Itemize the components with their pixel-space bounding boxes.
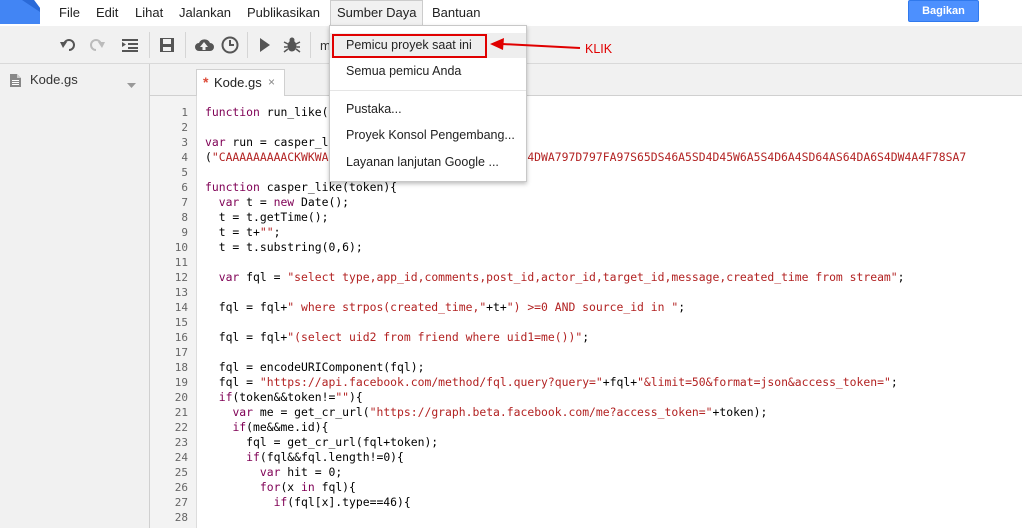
annotation-highlight-box <box>332 34 487 58</box>
file-sidebar: Kode.gs <box>0 64 150 528</box>
line-number: 16 <box>174 331 188 344</box>
line-number: 9 <box>181 226 188 239</box>
menu-edit[interactable]: Edit <box>90 0 124 26</box>
code-line: function casper_like(token){ <box>205 180 398 194</box>
line-number: 12 <box>174 271 188 284</box>
code-line: t = t.substring(0,6); <box>205 240 363 254</box>
code-line: var fql = "select type,app_id,comments,p… <box>218 270 905 284</box>
menu-item-libraries[interactable]: Pustaka... <box>330 97 526 122</box>
code-line: if(me&&me.id){ <box>232 420 329 434</box>
line-number: 8 <box>181 211 188 224</box>
redo-icon[interactable] <box>84 33 108 57</box>
line-number: 4 <box>181 151 188 164</box>
menu-help[interactable]: Bantuan <box>426 0 486 26</box>
line-number: 23 <box>174 436 188 449</box>
code-line: fql = "https://api.facebook.com/method/f… <box>205 375 898 389</box>
code-line: ("CAAAAAAAAACKWKWA 4A6S54DWA797D797FA97S… <box>205 150 967 164</box>
menu-run[interactable]: Jalankan <box>173 0 237 26</box>
code-line: var hit = 0; <box>259 465 343 479</box>
line-number: 5 <box>181 166 188 179</box>
line-number: 3 <box>181 136 188 149</box>
line-number: 2 <box>181 121 188 134</box>
tab-kode-gs[interactable]: * Kode.gs × <box>196 69 285 96</box>
menu-item-all-triggers[interactable]: Semua pemicu Anda <box>330 59 526 84</box>
indent-icon[interactable] <box>118 33 142 57</box>
line-number: 10 <box>174 241 188 254</box>
line-number: 22 <box>174 421 188 434</box>
close-icon[interactable]: × <box>268 75 275 89</box>
apps-script-logo-icon[interactable] <box>0 0 40 24</box>
menu-view[interactable]: Lihat <box>129 0 169 26</box>
editor-tabs: * Kode.gs × <box>150 64 1022 96</box>
line-number: 27 <box>174 496 188 509</box>
menu-resources[interactable]: Sumber Daya <box>330 0 424 26</box>
code-line: t = t.getTime(); <box>205 210 329 224</box>
line-number: 11 <box>174 256 188 269</box>
debug-icon[interactable] <box>280 33 304 57</box>
menu-item-advanced-google-services[interactable]: Layanan lanjutan Google ... <box>330 150 526 175</box>
file-item[interactable]: Kode.gs <box>0 68 149 92</box>
file-name: Kode.gs <box>30 72 78 87</box>
code-line: if(token&&token!=""){ <box>218 390 363 404</box>
code-line: fql = fql+"(select uid2 from friend wher… <box>205 330 590 344</box>
line-number: 17 <box>174 346 188 359</box>
line-number: 1 <box>181 106 188 119</box>
annotation-arrow-icon <box>488 33 588 55</box>
file-icon <box>10 74 21 90</box>
line-number: 18 <box>174 361 188 374</box>
line-number: 19 <box>174 376 188 389</box>
code-line: fql = fql+" where strpos(created_time,"+… <box>205 300 686 314</box>
line-number: 28 <box>174 511 188 524</box>
line-number: 14 <box>174 301 188 314</box>
code-line: fql = encodeURIComponent(fql); <box>205 360 425 374</box>
code-line: if(fql[x].type==46){ <box>273 495 411 509</box>
code-line: for(x in fql){ <box>259 480 356 494</box>
line-number: 25 <box>174 466 188 479</box>
line-number: 26 <box>174 481 188 494</box>
line-number: 21 <box>174 406 188 419</box>
code-line: var me = get_cr_url("https://graph.beta.… <box>232 405 768 419</box>
menu-publish[interactable]: Publikasikan <box>241 0 326 26</box>
save-icon[interactable] <box>155 33 179 57</box>
code-line: if(fql&&fql.length!=0){ <box>246 450 404 464</box>
line-number-gutter: 1 2 3 4 5 6 7 8 9 10 11 12 13 14 15 16 17 18 19 20 21 22 23 24 2… <box>150 96 196 528</box>
code-line: var t = new Date(); <box>218 195 350 209</box>
annotation-label: KLIK <box>585 42 613 56</box>
line-number: 13 <box>174 286 188 299</box>
menu-bar: File Edit Lihat Jalankan Publikasikan Su… <box>0 0 1022 26</box>
line-number: 24 <box>174 451 188 464</box>
code-line: function run_like( <box>205 105 329 119</box>
line-number: 6 <box>181 181 188 194</box>
menu-item-developer-console-project[interactable]: Proyek Konsol Pengembang... <box>330 123 526 148</box>
cloud-upload-icon[interactable] <box>192 33 216 57</box>
line-number: 20 <box>174 391 188 404</box>
line-number: 15 <box>174 316 188 329</box>
line-number: 7 <box>181 196 188 209</box>
chevron-down-icon[interactable] <box>127 77 136 92</box>
run-icon[interactable] <box>253 33 277 57</box>
code-line: fql = get_cr_url(fql+token); <box>205 435 439 449</box>
code-line: var run = casper_l <box>205 135 329 149</box>
tab-label: Kode.gs <box>214 75 262 90</box>
clock-icon[interactable] <box>218 33 242 57</box>
menu-divider <box>330 90 526 91</box>
undo-icon[interactable] <box>57 33 81 57</box>
code-editor[interactable]: function run_like(var run = casper_l ("CA… <box>196 96 1022 528</box>
menu-file[interactable]: File <box>53 0 86 26</box>
code-line: t = t+""; <box>205 225 281 239</box>
unsaved-marker: * <box>203 74 209 90</box>
share-button[interactable]: Bagikan <box>908 0 979 22</box>
